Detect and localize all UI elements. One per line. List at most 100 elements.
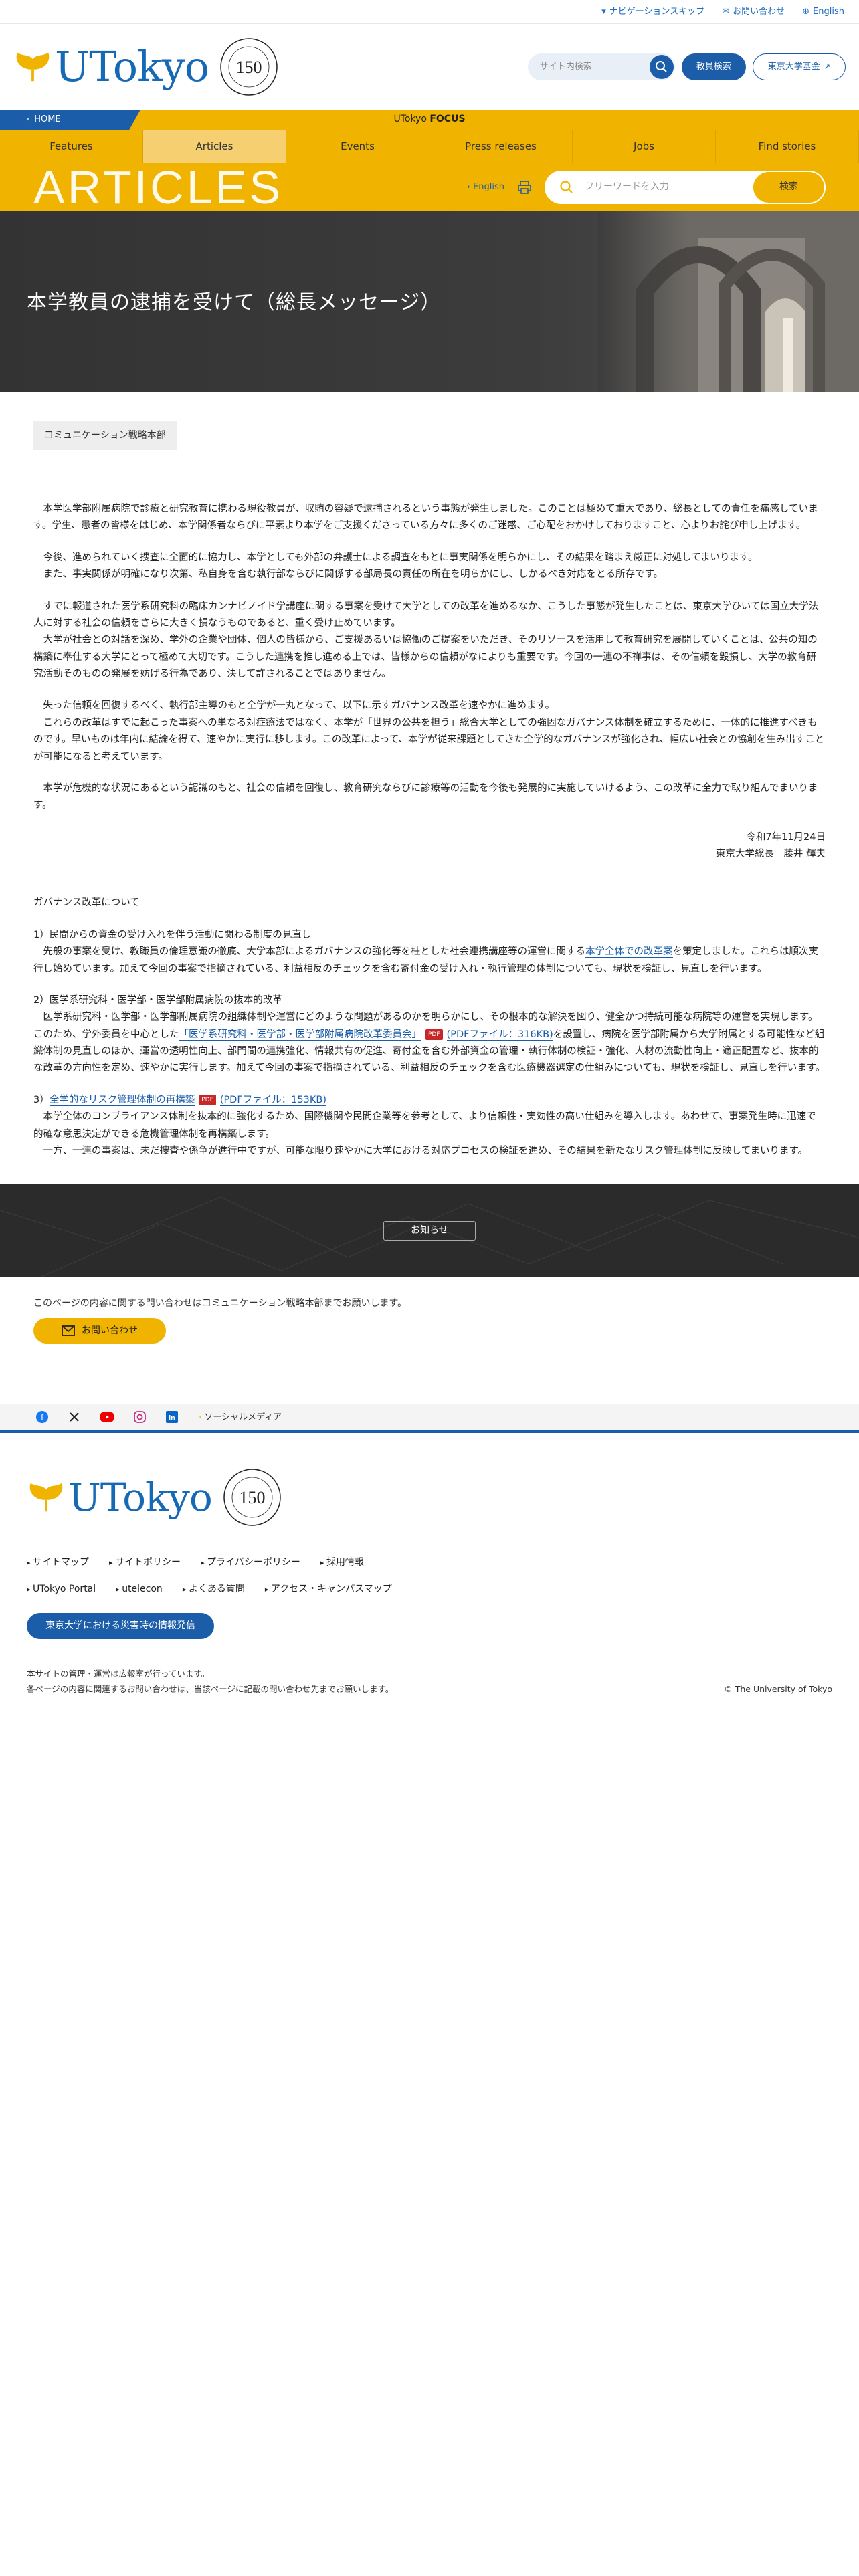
article-body: 本学医学部附属病院で診療と研究教育に携わる現役教員が、収賄の容疑で逮捕されるとい… [33, 501, 826, 1160]
english-link[interactable]: ⊕ English [802, 5, 844, 19]
faculty-search-button[interactable]: 教員検索 [681, 53, 746, 80]
nav-features[interactable]: Features [0, 130, 143, 163]
english-label: English [813, 6, 844, 17]
svg-text:f: f [41, 1412, 43, 1422]
reform-item-text: 先般の事案を受け、教職員の倫理意識の徹底、大学本部によるガバナンスの強化等を柱と… [33, 944, 826, 978]
footer-logo[interactable]: UTokyo 150 [27, 1467, 832, 1528]
nav-events[interactable]: Events [286, 130, 430, 163]
reform-item-text: 医学系研究科・医学部・医学部附属病院の組織体制や運営にどのような問題があるのかを… [33, 1009, 826, 1077]
globe-icon: ⊕ [802, 6, 810, 17]
risk-management-link[interactable]: 全学的なリスク管理体制の再構築 [49, 1094, 195, 1106]
logo-wordmark: UTokyo [55, 42, 209, 91]
site-search-placeholder: サイト内検索 [539, 62, 592, 72]
nav-find-stories[interactable]: Find stories [716, 130, 859, 163]
caret-down-icon: ▾ [601, 6, 606, 17]
pdf-icon: PDF [199, 1094, 216, 1105]
reform-item-title: 3）全学的なリスク管理体制の再構築 PDF (PDFファイル：153KB) [33, 1092, 826, 1109]
paragraph: 本学医学部附属病院で診療と研究教育に携わる現役教員が、収賄の容疑で逮捕されるとい… [33, 504, 818, 532]
social-media-label: ソーシャルメディア [204, 1412, 282, 1422]
social-bar: f in › ソーシャルメディア [0, 1404, 859, 1434]
paragraph: これらの改革はすでに起こった事案への単なる対症療法ではなく、本学が「世界の公共を… [33, 717, 825, 762]
department-tag: コミュニケーション戦略本部 [33, 421, 177, 451]
logo-wordmark: UTokyo [68, 1475, 213, 1521]
paragraph: また、事実関係が明確になり次第、私自身を含む執行部ならびに関係する部局長の責任の… [33, 569, 664, 580]
site-header: UTokyo 150 サイト内検索 教員検索 東京大学基金 ↗ [0, 24, 859, 110]
contact-link[interactable]: ✉ お問い合わせ [722, 5, 785, 19]
notice-band: お知らせ [0, 1184, 859, 1278]
facebook-icon[interactable]: f [36, 1411, 48, 1424]
keyword-search-button[interactable]: 検索 [752, 171, 826, 204]
article-main: コミュニケーション戦略本部 本学医学部附属病院で診療と研究教育に携わる現役教員が… [0, 392, 859, 1160]
site-search-input[interactable]: サイト内検索 [527, 53, 675, 80]
footer-link-sitemap[interactable]: サイトマップ [27, 1555, 89, 1570]
pdf-size-link[interactable]: (PDFファイル：316KB) [446, 1029, 553, 1041]
chevron-right-icon: › [198, 1412, 205, 1422]
page-title: 本学教員の逮捕を受けて（総長メッセージ） [27, 291, 442, 314]
nav-skip-link[interactable]: ▾ ナビゲーションスキップ [601, 5, 704, 19]
contact-button-label: お問い合わせ [82, 1325, 138, 1336]
print-icon[interactable] [516, 179, 533, 195]
reform-item-text: 一方、一連の事案は、未だ捜査や係争が進行中ですが、可能な限り速やかに大学における… [33, 1145, 808, 1156]
footer-link-portal[interactable]: UTokyo Portal [27, 1582, 96, 1597]
footer-link-access[interactable]: アクセス・キャンパスマップ [265, 1582, 392, 1597]
social-media-link[interactable]: › ソーシャルメディア [198, 1410, 282, 1424]
search-icon [655, 61, 667, 72]
arcade-photo [598, 211, 859, 392]
footer-link-utelecon[interactable]: utelecon [116, 1582, 163, 1597]
fund-label: 東京大学基金 [767, 62, 820, 72]
chevron-right-icon: › [466, 182, 474, 193]
footer-note-line: 各ページの内容に関連するお問い合わせは、当該ページに記載の問い合わせ先までお願い… [27, 1684, 394, 1695]
section-title: ARTICLES [33, 161, 284, 213]
section-tools: › English フリーワードを入力 検索 [467, 171, 826, 204]
footer-link-site-policy[interactable]: サイトポリシー [109, 1555, 181, 1570]
keyword-placeholder: フリーワードを入力 [585, 181, 669, 193]
focus-bar: ‹ HOME UTokyo FOCUS [0, 110, 859, 130]
keyword-search-input[interactable]: フリーワードを入力 検索 [545, 171, 826, 204]
contact-button[interactable]: お問い合わせ [33, 1318, 166, 1344]
x-icon[interactable] [68, 1411, 80, 1423]
fund-button[interactable]: 東京大学基金 ↗ [752, 53, 846, 80]
pdf-icon: PDF [425, 1029, 443, 1040]
site-search-button[interactable] [649, 55, 674, 79]
utokyo-logo[interactable]: UTokyo 150 [13, 36, 280, 98]
external-link-icon: ↗ [824, 62, 830, 71]
section-bar: ARTICLES › English フリーワードを入力 検索 [0, 163, 859, 211]
paragraph: 大学が社会との対話を深め、学外の企業や団体、個人の皆様から、ご支援あるいは協働の… [33, 635, 818, 680]
contact-text: このページの内容に関する問い合わせはコミュニケーション戦略本部までお願いします。 [33, 1298, 407, 1309]
footer-note: 本サイトの管理・運営は広報室が行っています。 各ページの内容に関連するお問い合わ… [27, 1666, 832, 1698]
focus-title: UTokyo FOCUS [0, 112, 859, 127]
reform-item-number: 3） [33, 1094, 50, 1105]
pdf-size-link[interactable]: (PDFファイル：153KB) [219, 1094, 326, 1106]
notice-button[interactable]: お知らせ [383, 1220, 476, 1241]
footer-link-recruit[interactable]: 採用情報 [320, 1555, 364, 1570]
linkedin-icon[interactable]: in [166, 1411, 178, 1424]
paragraph: すでに報道された医学系研究科の臨床カンナビノイド学講座に関する事案を受けて大学と… [33, 601, 819, 629]
signature-name: 東京大学総長 藤井 輝夫 [715, 849, 826, 860]
reform-item-text: 本学全体のコンプライアンス体制を抜本的に強化するため、国際機関や民間企業等を参考… [33, 1111, 816, 1140]
reform-section: ガバナンス改革について 1）民間からの資金の受け入れを伴う活動に関わる制度の見直… [33, 895, 826, 1160]
nav-skip-label: ナビゲーションスキップ [609, 6, 705, 17]
signature-date: 令和7年11月24日 [746, 831, 826, 843]
youtube-icon[interactable] [100, 1412, 114, 1422]
english-toggle[interactable]: › English [467, 180, 504, 194]
contact-section: このページの内容に関する問い合わせはコミュニケーション戦略本部までお願いします。… [0, 1277, 859, 1344]
nav-press-releases[interactable]: Press releases [430, 130, 573, 163]
medical-reform-committee-link[interactable]: 「医学系研究科・医学部・医学部附属病院改革委員会」 [179, 1029, 421, 1041]
reform-plan-link[interactable]: 本学全体での改革案 [585, 946, 673, 958]
footer-links: サイトマップ サイトポリシー プライバシーポリシー 採用情報 UTokyo Po… [27, 1555, 442, 1596]
mail-icon [62, 1325, 75, 1337]
mail-icon: ✉ [722, 6, 730, 17]
contact-label: お問い合わせ [733, 6, 785, 17]
footer-link-privacy[interactable]: プライバシーポリシー [201, 1555, 300, 1570]
reform-item-title: 2）医学系研究科・医学部・医学部附属病院の抜本的改革 [33, 994, 282, 1006]
english-toggle-label: English [473, 182, 504, 193]
focus-bold: FOCUS [430, 114, 466, 125]
footer-link-faq[interactable]: よくある質問 [183, 1582, 245, 1597]
instagram-icon[interactable] [134, 1411, 146, 1424]
utility-bar: ▾ ナビゲーションスキップ ✉ お問い合わせ ⊕ English [0, 0, 859, 24]
nav-jobs[interactable]: Jobs [573, 130, 716, 163]
search-icon [560, 181, 573, 193]
anniversary-150-seal: 150 [220, 38, 278, 96]
nav-articles[interactable]: Articles [143, 130, 286, 163]
disaster-info-button[interactable]: 東京大学における災害時の情報発信 [27, 1612, 214, 1639]
